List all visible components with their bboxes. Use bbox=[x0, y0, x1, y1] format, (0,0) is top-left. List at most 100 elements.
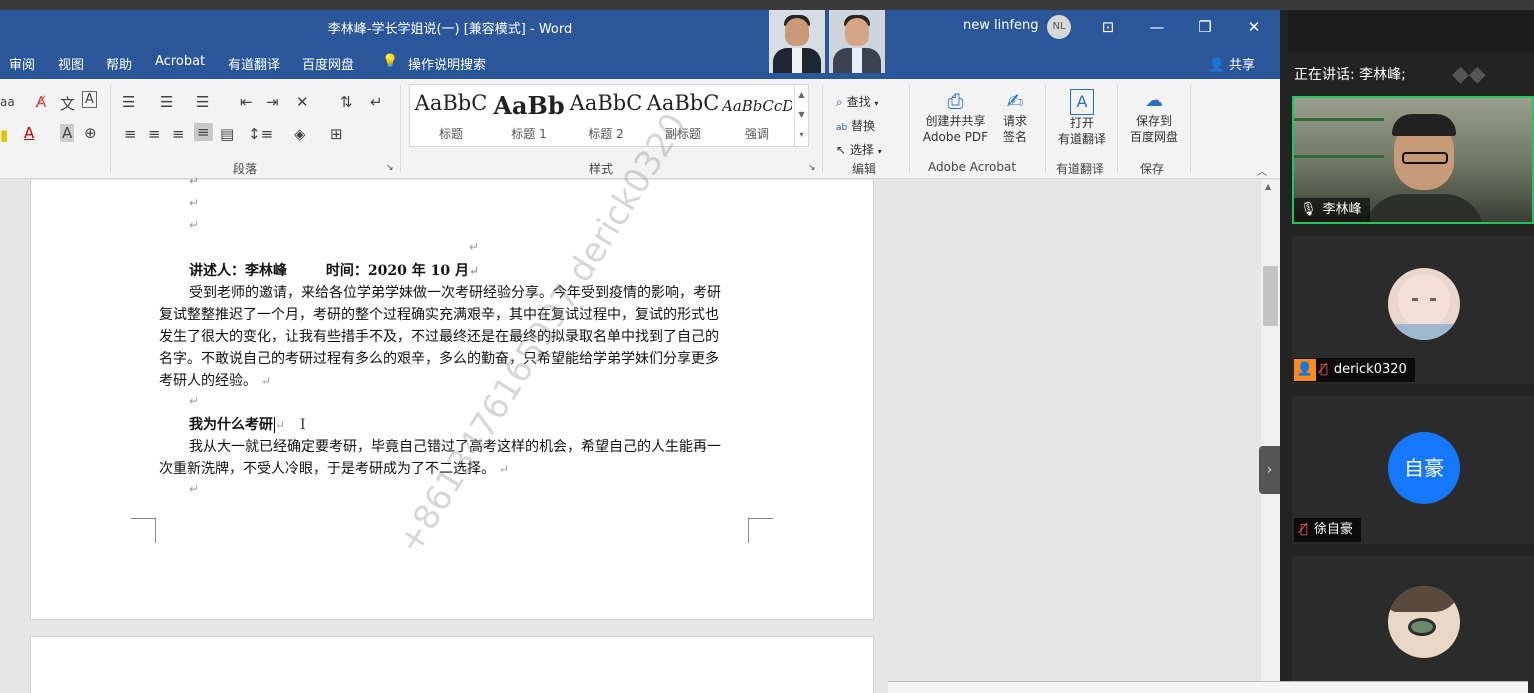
style-sample: AaBb bbox=[493, 91, 565, 120]
signed-in-user-name[interactable]: new linfeng bbox=[963, 18, 1039, 33]
restore-icon[interactable]: ❐ bbox=[1182, 10, 1228, 44]
byline-date: 时间：2020 年 10 月 bbox=[325, 263, 469, 279]
document-area[interactable]: ↵ ↵ ↵ ↵ 讲述人：李林峰 时间：2020 年 10 月↵ 受到老师的邀请，… bbox=[0, 106, 1280, 693]
person-icon: 👤 bbox=[1208, 58, 1225, 73]
style-sample: AaBbC bbox=[646, 91, 720, 115]
font-size-fragment[interactable]: aa bbox=[0, 95, 15, 109]
create-share-pdf-button[interactable]: ⎙ 创建并共享 Adobe PDF bbox=[918, 89, 993, 145]
ribbon-display-options-icon[interactable]: ⊡ bbox=[1085, 10, 1131, 44]
request-signature-button[interactable]: ✍ 请求 签名 bbox=[996, 89, 1034, 145]
margin-corner-right bbox=[748, 518, 773, 543]
select-label: 选择 bbox=[849, 143, 874, 157]
find-button[interactable]: ⌕ 查找 ▾ bbox=[836, 93, 878, 110]
screen-top-strip bbox=[0, 0, 1534, 10]
participant-tile[interactable]: 自豪 🎙̸ 徐自豪 bbox=[1292, 396, 1534, 544]
style-emphasis[interactable]: AaBbCcD 强调 bbox=[722, 91, 792, 142]
participant-tile[interactable]: 👤 🎙̸ derick0320 bbox=[1292, 236, 1534, 384]
participant-name: 李林峰 bbox=[1322, 202, 1362, 217]
scroll-up-icon[interactable]: ▲ bbox=[1265, 182, 1271, 191]
baidu-save-button[interactable]: ☁ 保存到 百度网盘 bbox=[1124, 89, 1184, 145]
document-page-next[interactable] bbox=[30, 636, 874, 693]
styles-launcher-icon[interactable]: ↘ bbox=[808, 163, 816, 173]
vertical-scrollbar[interactable]: ▲ bbox=[1261, 180, 1280, 693]
participant-tile[interactable] bbox=[1292, 556, 1534, 693]
replace-icon: ab bbox=[836, 123, 848, 133]
text-line: 我从大一就已经确定要考研，毕竟自己错过了高考这样的机会，希望自己的人生能再一 bbox=[189, 439, 721, 455]
paragraph-mark: ↵ bbox=[189, 394, 200, 408]
text-line: 发生了很大的变化，让我有些措手不及，不过最终还是在最终的拟录取名单中找到了自己的 bbox=[159, 329, 719, 345]
tab-acrobat[interactable]: Acrobat bbox=[155, 54, 205, 69]
tab-help[interactable]: 帮助 bbox=[106, 54, 132, 73]
styles-scroll-arrows-icon[interactable]: ▲ ▼ ▾ bbox=[794, 85, 808, 146]
signature-icon: ✍ bbox=[1006, 89, 1024, 113]
style-heading-1[interactable]: AaBb 标题 1 bbox=[490, 91, 568, 142]
now-speaking: 正在讲话: 李林峰; ◆◆ bbox=[1294, 54, 1534, 96]
tab-view[interactable]: 视图 bbox=[58, 54, 84, 73]
collapse-ribbon-icon[interactable]: ︿ bbox=[1257, 163, 1267, 178]
highlight-color-icon[interactable]: ▮ bbox=[0, 126, 8, 144]
font-color-icon[interactable]: A bbox=[24, 124, 34, 142]
borders-icon[interactable]: ⊞ bbox=[330, 125, 343, 143]
youdao-group-label: 有道翻译 bbox=[1056, 162, 1105, 176]
style-sample: AaBbC bbox=[569, 91, 643, 115]
panel-expand-chevron-icon[interactable]: › bbox=[1259, 446, 1280, 494]
paragraph-group-label: 段落 bbox=[233, 162, 258, 176]
decrease-indent-icon[interactable]: ⇤ bbox=[240, 93, 253, 111]
multilevel-list-icon[interactable]: ☰ bbox=[196, 93, 209, 111]
user-avatar[interactable]: NL bbox=[1047, 15, 1071, 39]
muted-microphone-icon: 🎙̸ bbox=[1300, 522, 1308, 537]
document-page[interactable]: ↵ ↵ ↵ ↵ 讲述人：李林峰 时间：2020 年 10 月↵ 受到老师的邀请，… bbox=[30, 174, 874, 620]
bullets-icon[interactable]: ☰ bbox=[122, 93, 135, 111]
share-button[interactable]: 👤 共享 bbox=[1209, 54, 1255, 73]
sort-icon[interactable]: ⇅ bbox=[340, 93, 353, 111]
window-title: 李林峰-学长学姐说(一) [兼容模式] - Word bbox=[327, 22, 573, 37]
character-border-icon[interactable]: A bbox=[82, 91, 97, 108]
minimize-icon[interactable]: — bbox=[1134, 10, 1180, 44]
select-button[interactable]: ↖ 选择 ▾ bbox=[836, 141, 882, 158]
character-shading-icon[interactable]: A bbox=[60, 124, 75, 142]
meeting-participants-panel: 正在讲话: 李林峰; ◆◆ 🎙 李林峰 👤 🎙̸ derick0320 自豪 🎙̸ 徐自… bbox=[1280, 10, 1534, 693]
text-line: 复试整整推迟了一个月，考研的整个过程确实充满艰辛，其中在复试过程中，复试的形式也 bbox=[159, 307, 719, 323]
paragraph-mark: ↵ bbox=[189, 218, 200, 232]
show-marks-icon[interactable]: ↵ bbox=[370, 93, 383, 111]
tell-me-search[interactable]: 操作说明搜索 bbox=[408, 54, 486, 73]
tab-youdao[interactable]: 有道翻译 bbox=[228, 54, 280, 73]
replace-button[interactable]: ab 替换 bbox=[836, 117, 875, 134]
shading-icon[interactable]: ◈ bbox=[294, 125, 306, 143]
close-icon[interactable]: ✕ bbox=[1231, 10, 1277, 44]
increase-indent-icon[interactable]: ⇥ bbox=[266, 93, 279, 111]
youdao-open-button[interactable]: A 打开 有道翻译 bbox=[1052, 89, 1112, 147]
now-speaking-label: 正在讲话: 李林峰; bbox=[1294, 67, 1406, 83]
numbering-icon[interactable]: ☰ bbox=[160, 93, 173, 111]
presenter-camera-thumbnail-1 bbox=[769, 10, 825, 73]
style-sample: AaBbC bbox=[414, 91, 488, 115]
notification-popup-edge[interactable] bbox=[888, 681, 1528, 693]
paragraph-mark: ↵ bbox=[189, 482, 200, 496]
paragraph-why: 我从大一就已经确定要考研，毕竟自己错过了高考这样的机会，希望自己的人生能再一 次… bbox=[159, 436, 751, 480]
enclose-characters-icon[interactable]: ⊕ bbox=[84, 124, 97, 142]
style-heading-2[interactable]: AaBbC 标题 2 bbox=[567, 91, 645, 142]
tab-baidu[interactable]: 百度网盘 bbox=[302, 54, 354, 73]
clear-formatting-icon[interactable]: A̸ bbox=[36, 93, 46, 111]
scrollbar-thumb[interactable] bbox=[1263, 266, 1278, 326]
participant-video-tile[interactable]: 🎙 李林峰 bbox=[1292, 96, 1534, 224]
phonetic-guide-icon[interactable]: 文 bbox=[60, 93, 75, 114]
justify-icon[interactable]: ≡ bbox=[194, 123, 213, 141]
chinese-layout-icon[interactable]: ✕ bbox=[296, 93, 309, 111]
align-right-icon[interactable]: ≡ bbox=[172, 125, 185, 143]
style-title[interactable]: AaBbC 标题 bbox=[412, 91, 490, 142]
style-subtitle[interactable]: AaBbC 副标题 bbox=[644, 91, 722, 142]
paragraph-mark: ↵ bbox=[189, 174, 200, 188]
line-spacing-icon[interactable]: ↕≡ bbox=[248, 125, 273, 143]
style-name: 强调 bbox=[744, 127, 769, 141]
baidu-cloud-icon: ☁ bbox=[1145, 90, 1163, 111]
align-left-icon[interactable]: ≡ bbox=[124, 125, 137, 143]
cursor-icon: ↖ bbox=[836, 143, 847, 157]
heading-text: 我为什么考研 bbox=[189, 417, 273, 433]
paragraph-mark: ↵ bbox=[189, 196, 200, 210]
presenter-camera-thumbnail-2 bbox=[829, 10, 885, 73]
paragraph-launcher-icon[interactable]: ↘ bbox=[386, 163, 394, 173]
tab-review[interactable]: 审阅 bbox=[9, 54, 35, 73]
align-center-icon[interactable]: ≡ bbox=[148, 125, 161, 143]
distributed-icon[interactable]: ▤ bbox=[220, 125, 234, 143]
